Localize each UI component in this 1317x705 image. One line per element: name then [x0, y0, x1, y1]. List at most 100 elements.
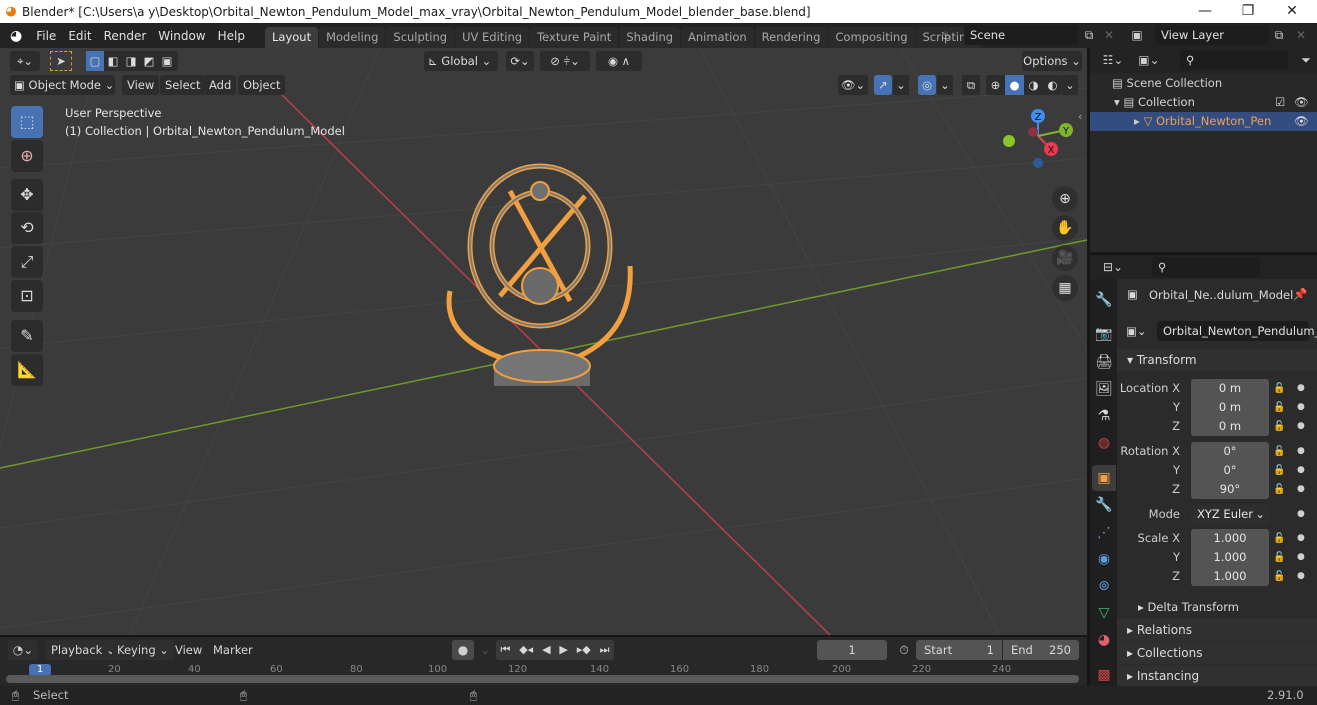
outliner-row-scene-collection[interactable]: ▤ Scene Collection — [1090, 74, 1317, 93]
3d-viewport[interactable]: ⌖⌄ ➤ ▢ ◧ ◨ ◩ ▣ ⊾ Global ⌄ ⟳⌄ ⊘ ⫩⌄ ◉ ∧ Op… — [0, 48, 1087, 635]
keyframe-dot-icon[interactable]: ● — [1297, 529, 1305, 548]
gizmo-dropdown-icon[interactable]: ⌄ — [893, 75, 909, 95]
lock-icon[interactable]: 🔓 — [1273, 567, 1285, 586]
close-button[interactable]: ✕ — [1272, 0, 1312, 23]
scale-x-field[interactable]: 1.000 — [1191, 529, 1269, 548]
play-reverse-icon[interactable]: ◀ — [542, 640, 550, 660]
location-x-field[interactable]: 0 m — [1191, 379, 1269, 398]
scene-name-field[interactable]: Scene — [964, 25, 1078, 45]
scale-z-field[interactable]: 1.000 — [1191, 567, 1269, 586]
menu-view[interactable]: View — [122, 75, 160, 95]
lock-icon[interactable]: 🔓 — [1273, 398, 1285, 417]
filter-icon[interactable]: ⏷ — [1296, 50, 1316, 70]
marker-menu[interactable]: Marker — [208, 640, 258, 660]
scale-tool-icon[interactable]: ⤢ — [11, 246, 43, 278]
pivot-point-icon[interactable]: ⟳⌄ — [506, 51, 534, 71]
keyframe-dot-icon[interactable]: ● — [1297, 461, 1305, 480]
select-invert-icon[interactable]: ◩ — [140, 51, 158, 71]
select-subtract-icon[interactable]: ◨ — [122, 51, 140, 71]
exclude-checkbox[interactable]: ☑ — [1275, 93, 1285, 112]
keyframe-dot-icon[interactable]: ● — [1297, 417, 1305, 436]
editor-type-icon[interactable]: ⊟⌄ — [1098, 257, 1128, 277]
move-tool-icon[interactable]: ✥ — [11, 179, 43, 211]
transform-tool-icon[interactable]: ⊡ — [11, 280, 43, 312]
view-layer-field[interactable]: View Layer — [1155, 25, 1269, 45]
xray-toggle-icon[interactable]: ⧉ — [962, 75, 980, 95]
tab-compositing[interactable]: Compositing — [828, 27, 915, 48]
overlay-dropdown-icon[interactable]: ⌄ — [937, 75, 953, 95]
tool-select-icon[interactable]: ➤ — [50, 51, 72, 71]
tab-shading[interactable]: Shading — [619, 27, 681, 48]
jump-end-icon[interactable]: ⏭ — [600, 640, 610, 660]
options-dropdown[interactable]: Options ⌄ — [1022, 51, 1082, 71]
keyframe-dot-icon[interactable]: ● — [1297, 548, 1305, 567]
new-scene-icon[interactable]: ⧉ — [1078, 25, 1100, 45]
menu-select[interactable]: Select — [160, 75, 206, 95]
jump-start-icon[interactable]: ⏮ — [500, 640, 510, 660]
proportional-edit-icon[interactable]: ◉ ∧ — [596, 51, 642, 71]
next-keyframe-icon[interactable]: ▸◆ — [577, 640, 591, 660]
new-view-layer-icon[interactable]: ⧉ — [1268, 25, 1290, 45]
play-icon[interactable]: ▶ — [559, 640, 567, 660]
remove-scene-icon[interactable]: ✕ — [1098, 25, 1120, 45]
filter-layer-icon[interactable]: ▣⌄ — [1134, 50, 1164, 70]
tab-sculpting[interactable]: Sculpting — [386, 27, 455, 48]
menu-file[interactable]: File — [30, 29, 62, 43]
menu-add[interactable]: Add — [204, 75, 237, 95]
current-frame-field[interactable]: 1 — [817, 640, 887, 660]
timeline-scrollbar[interactable] — [6, 675, 1079, 683]
scale-y-field[interactable]: 1.000 — [1191, 548, 1269, 567]
keyframe-dot-icon[interactable]: ● — [1297, 567, 1305, 586]
menu-edit[interactable]: Edit — [62, 29, 97, 43]
menu-render[interactable]: Render — [98, 29, 153, 43]
end-frame-field[interactable]: End 250 — [1003, 640, 1079, 660]
gizmo-toggle-icon[interactable]: ↗ — [874, 75, 892, 95]
scene-selector-icon[interactable]: ♨ — [935, 25, 957, 45]
tab-modeling[interactable]: Modeling — [319, 27, 386, 48]
prev-keyframe-icon[interactable]: ◆◂ — [519, 640, 533, 660]
blender-menu-icon[interactable]: ◕ — [0, 28, 30, 44]
keyframe-dot-icon[interactable]: ● — [1297, 398, 1305, 417]
ortho-toggle-icon[interactable]: ▦ — [1052, 275, 1078, 301]
location-z-field[interactable]: 0 m — [1191, 417, 1269, 436]
object-name-field[interactable]: Orbital_Newton_Pendulum_... — [1157, 321, 1317, 341]
lock-icon[interactable]: 🔓 — [1273, 480, 1285, 499]
menu-object[interactable]: Object — [238, 75, 286, 95]
object-browse-icon[interactable]: ▣⌄ — [1126, 321, 1156, 341]
pendulum-model[interactable] — [430, 126, 650, 386]
visibility-eye-icon[interactable]: 👁 — [1294, 112, 1309, 131]
keyframe-dot-icon[interactable]: ● — [1297, 379, 1305, 398]
material-tab-icon[interactable]: ◕ — [1092, 627, 1116, 653]
properties-search-input[interactable]: ⚲ — [1152, 257, 1260, 277]
navigation-gizmo[interactable]: Z Y X — [995, 106, 1085, 186]
relations-panel-header[interactable]: ▸ Relations — [1117, 619, 1317, 641]
collections-panel-header[interactable]: ▸ Collections — [1117, 642, 1317, 664]
rotation-z-field[interactable]: 90° — [1191, 480, 1269, 499]
lock-icon[interactable]: 🔓 — [1273, 548, 1285, 567]
sidebar-toggle-icon[interactable]: ‹ — [1078, 110, 1082, 123]
annotate-tool-icon[interactable]: ✎ — [11, 320, 43, 352]
select-new-icon[interactable]: ▢ — [86, 51, 104, 71]
render-tab-icon[interactable]: 📷 — [1092, 321, 1116, 347]
select-box-tool-icon[interactable]: ⬚ — [11, 106, 43, 138]
editor-type-icon[interactable]: ⌖⌄ — [10, 51, 40, 71]
lock-icon[interactable]: 🔓 — [1273, 417, 1285, 436]
rotate-tool-icon[interactable]: ⟲ — [11, 212, 43, 244]
shading-dropdown-icon[interactable]: ⌄ — [1062, 75, 1078, 95]
tab-layout[interactable]: Layout — [264, 27, 319, 48]
menu-help[interactable]: Help — [212, 29, 251, 43]
stopwatch-icon[interactable]: ⏱ — [893, 640, 915, 660]
tool-tab-icon[interactable]: 🔧 — [1092, 287, 1116, 313]
rotation-mode-dropdown[interactable]: XYZ Euler ⌄ — [1191, 505, 1269, 524]
mode-dropdown[interactable]: ▣ Object Mode ⌄ — [10, 75, 115, 95]
start-frame-field[interactable]: Start 1 — [916, 640, 1002, 660]
wireframe-shading-icon[interactable]: ⊕ — [986, 75, 1005, 95]
transform-orientation-dropdown[interactable]: ⊾ Global ⌄ — [424, 51, 498, 71]
remove-view-layer-icon[interactable]: ✕ — [1290, 25, 1312, 45]
visibility-icon[interactable]: 👁⌄ — [838, 75, 868, 95]
keying-dropdown-icon[interactable]: ⌄ — [474, 640, 496, 660]
playback-menu[interactable]: Playback ⌄ — [46, 640, 121, 660]
lock-icon[interactable]: 🔓 — [1273, 379, 1285, 398]
solid-shading-icon[interactable]: ● — [1005, 75, 1024, 95]
view-layer-icon[interactable]: ▣ — [1126, 25, 1148, 45]
